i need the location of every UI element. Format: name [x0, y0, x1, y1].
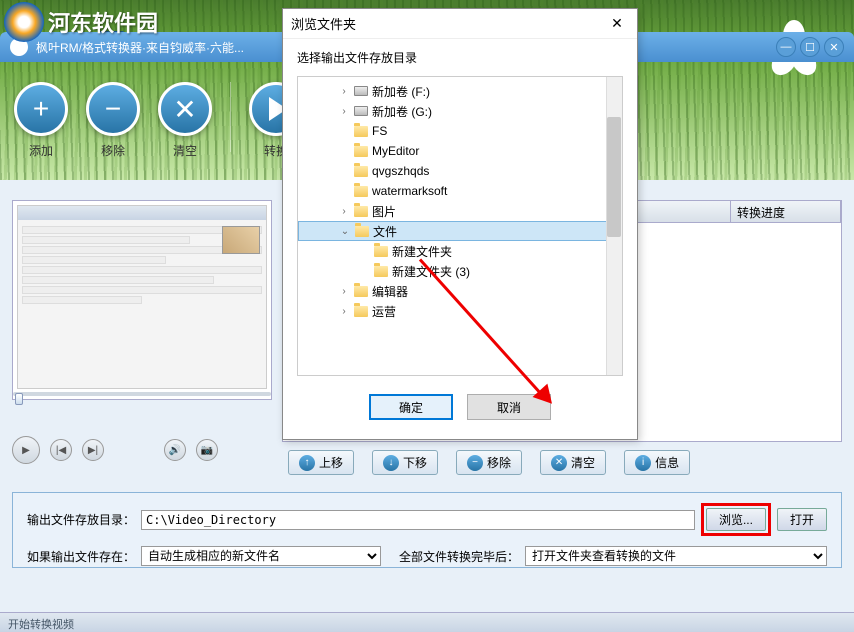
preview-panel — [12, 200, 272, 400]
x-icon: ✕ — [551, 455, 567, 471]
watermark: 河东软件园 — [4, 2, 158, 42]
volume-button[interactable]: 🔊 — [164, 439, 186, 461]
list-buttons: ↑上移 ↓下移 −移除 ✕清空 i信息 — [282, 450, 842, 475]
exists-select[interactable]: 自动生成相应的新文件名 — [141, 546, 381, 566]
clear-tool[interactable]: ✕清空 — [154, 82, 216, 159]
maximize-button[interactable]: ☐ — [800, 37, 820, 57]
tree-item[interactable]: MyEditor — [298, 141, 622, 161]
dialog-title-bar: 浏览文件夹 ✕ — [283, 9, 637, 39]
browse-button[interactable]: 浏览... — [706, 508, 766, 531]
preview-slider[interactable] — [13, 387, 271, 401]
watermark-text: 河东软件园 — [48, 6, 158, 38]
tree-item[interactable]: ⌄ 文件 — [298, 221, 622, 241]
folder-icon — [354, 126, 368, 137]
tree-item[interactable]: › 新加卷 (G:) — [298, 101, 622, 121]
tree-item[interactable]: 新建文件夹 — [298, 241, 622, 261]
tree-item[interactable]: qvgszhqds — [298, 161, 622, 181]
dialog-subtitle: 选择输出文件存放目录 — [283, 39, 637, 72]
ok-button[interactable]: 确定 — [369, 394, 453, 420]
minus-icon: − — [467, 455, 483, 471]
expander-icon: › — [338, 286, 350, 297]
clear-button[interactable]: ✕清空 — [540, 450, 606, 475]
output-dir-label: 输出文件存放目录： — [27, 511, 135, 528]
info-button[interactable]: i信息 — [624, 450, 690, 475]
drive-icon — [354, 106, 368, 116]
after-label: 全部文件转换完毕后： — [399, 548, 519, 565]
folder-icon — [355, 226, 369, 237]
output-panel: 输出文件存放目录： 浏览... 打开 如果输出文件存在： 自动生成相应的新文件名… — [12, 492, 842, 568]
folder-icon — [374, 246, 388, 257]
browse-highlight: 浏览... — [701, 503, 771, 536]
preview-thumbnail — [17, 205, 267, 389]
dialog-close-button[interactable]: ✕ — [605, 12, 629, 36]
browse-folder-dialog: 浏览文件夹 ✕ 选择输出文件存放目录 › 新加卷 (F:) › 新加卷 (G:) FS M… — [282, 8, 638, 440]
tree-item-label: 新加卷 (G:) — [372, 103, 432, 120]
tree-item-label: 文件 — [373, 223, 397, 240]
folder-icon — [354, 206, 368, 217]
tree-item-label: 图片 — [372, 203, 396, 220]
col-progress: 转换进度 — [731, 201, 841, 222]
minimize-button[interactable]: — — [776, 37, 796, 57]
drive-icon — [354, 86, 368, 96]
folder-icon — [354, 186, 368, 197]
expander-icon: › — [338, 106, 350, 117]
tree-item[interactable]: › 运营 — [298, 301, 622, 321]
expander-icon: › — [338, 86, 350, 97]
dialog-buttons: 确定 取消 — [283, 380, 637, 434]
status-bar: 开始转换视频 — [0, 612, 854, 632]
tree-item[interactable]: › 图片 — [298, 201, 622, 221]
tree-item[interactable]: 新建文件夹 (3) — [298, 261, 622, 281]
folder-icon — [354, 166, 368, 177]
tree-item[interactable]: watermarksoft — [298, 181, 622, 201]
folder-icon — [354, 146, 368, 157]
cancel-button[interactable]: 取消 — [467, 394, 551, 420]
expander-icon: › — [338, 206, 350, 217]
tree-item-label: 新加卷 (F:) — [372, 83, 430, 100]
tree-item-label: MyEditor — [372, 144, 419, 158]
exists-label: 如果输出文件存在： — [27, 548, 135, 565]
tree-item-label: 运营 — [372, 303, 396, 320]
plus-icon: + — [14, 82, 68, 136]
tree-item-label: 新建文件夹 — [392, 243, 452, 260]
tree-item-label: FS — [372, 124, 387, 138]
play-button[interactable]: ▶ — [12, 436, 40, 464]
next-button[interactable]: ▶| — [82, 439, 104, 461]
watermark-logo — [4, 2, 44, 42]
minus-icon: − — [86, 82, 140, 136]
tree-item[interactable]: › 编辑器 — [298, 281, 622, 301]
prev-button[interactable]: |◀ — [50, 439, 72, 461]
add-tool[interactable]: +添加 — [10, 82, 72, 159]
close-button[interactable]: ✕ — [824, 37, 844, 57]
snapshot-button[interactable]: 📷 — [196, 439, 218, 461]
folder-icon — [374, 266, 388, 277]
tree-item[interactable]: › 新加卷 (F:) — [298, 81, 622, 101]
after-select[interactable]: 打开文件夹查看转换的文件 — [525, 546, 827, 566]
folder-icon — [354, 286, 368, 297]
info-icon: i — [635, 455, 651, 471]
playback-controls: ▶ |◀ ▶| 🔊 📷 — [12, 436, 218, 464]
tree-item-label: 新建文件夹 (3) — [392, 263, 470, 280]
scrollbar-thumb[interactable] — [607, 117, 621, 237]
move-down-button[interactable]: ↓下移 — [372, 450, 438, 475]
open-button[interactable]: 打开 — [777, 508, 827, 531]
remove-tool[interactable]: −移除 — [82, 82, 144, 159]
x-icon: ✕ — [158, 82, 212, 136]
expander-icon: › — [338, 306, 350, 317]
down-icon: ↓ — [383, 455, 399, 471]
tree-item-label: watermarksoft — [372, 184, 447, 198]
dialog-title: 浏览文件夹 — [291, 14, 356, 33]
tree-item-label: 编辑器 — [372, 283, 408, 300]
output-dir-input[interactable] — [141, 510, 695, 530]
expander-icon: ⌄ — [339, 226, 351, 237]
separator — [230, 82, 231, 152]
tree-item-label: qvgszhqds — [372, 164, 429, 178]
folder-tree[interactable]: › 新加卷 (F:) › 新加卷 (G:) FS MyEditor qvgszhqds wat… — [297, 76, 623, 376]
up-icon: ↑ — [299, 455, 315, 471]
folder-icon — [354, 306, 368, 317]
move-up-button[interactable]: ↑上移 — [288, 450, 354, 475]
remove-button[interactable]: −移除 — [456, 450, 522, 475]
tree-item[interactable]: FS — [298, 121, 622, 141]
scrollbar[interactable] — [606, 77, 622, 375]
